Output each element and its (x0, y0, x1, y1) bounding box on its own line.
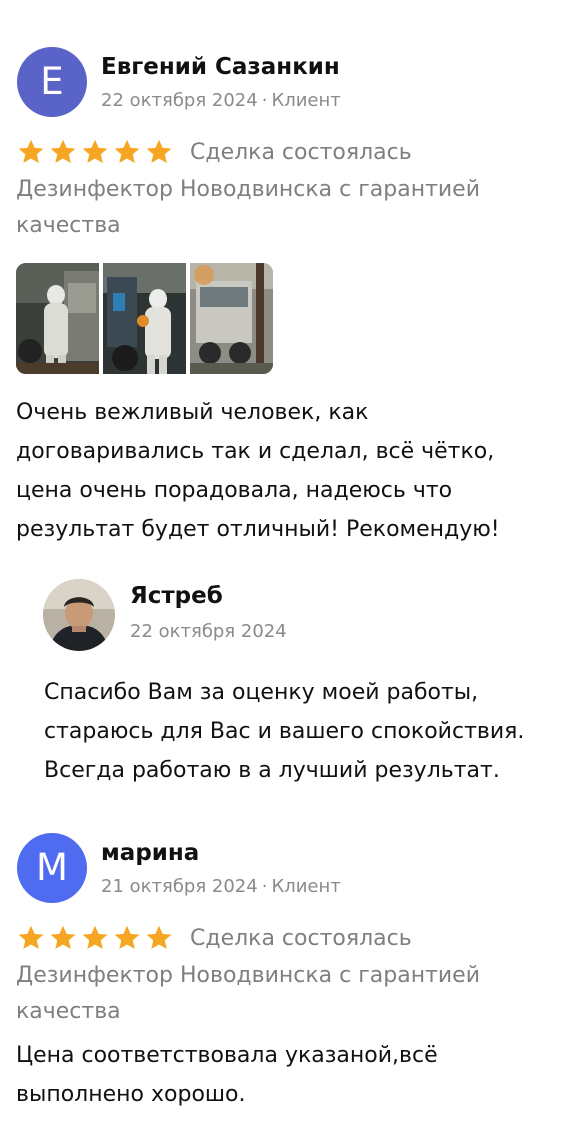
reply-text-line: Спасибо Вам за оценку моей работы, (44, 680, 479, 705)
review-text-line: цена очень порадовала, надеюсь что (16, 478, 453, 503)
author-name[interactable]: марина (101, 840, 199, 866)
review-card-1: Е Евгений Сазанкин 22 октября 2024 · Клиен… (0, 0, 576, 800)
reply-text-line: Всегда работаю в а лучший результат. (44, 758, 500, 783)
author-name[interactable]: Евгений Сазанкин (101, 54, 340, 80)
review-photo[interactable] (190, 263, 273, 374)
review-text-line: Цена соответствовала указаной,всё (16, 1043, 438, 1068)
service-line: качества (16, 999, 121, 1024)
star-icon (146, 925, 172, 949)
service-name[interactable]: Дезинфектор Новодвинска с гарантией каче… (16, 172, 556, 244)
review-text: Цена соответствовала указаной,всё выполн… (16, 1036, 566, 1114)
meta-separator: · (261, 876, 268, 897)
star-icon (82, 139, 108, 163)
review-text-line: Очень вежливый человек, как (16, 400, 369, 425)
reply-date: 22 октября 2024 (130, 621, 287, 642)
photo-gallery (16, 263, 273, 374)
review-text-line: договаривались так и сделал, всё чётко, (16, 439, 495, 464)
reviewer-role: Клиент (271, 876, 341, 897)
deal-status: Сделка состоялась (190, 925, 412, 951)
avatar[interactable]: М (17, 833, 87, 903)
star-rating (16, 137, 176, 167)
review-photo[interactable] (16, 263, 99, 374)
review-meta: 22 октября 2024 · Клиент (101, 90, 341, 111)
star-icon (18, 925, 44, 949)
star-icon (146, 139, 172, 163)
star-rating (16, 923, 176, 953)
review-photo[interactable] (103, 263, 186, 374)
reviewer-role: Клиент (271, 90, 341, 111)
service-line: Дезинфектор Новодвинска с гарантией (16, 963, 481, 988)
star-icon (114, 139, 140, 163)
rating-row: Сделка состоялась (16, 137, 412, 167)
star-icon (50, 925, 76, 949)
reply-text: Спасибо Вам за оценку моей работы, стара… (44, 673, 572, 790)
rating-row: Сделка состоялась (16, 923, 412, 953)
review-text-line: выполнено хорошо. (16, 1082, 246, 1107)
review-text-line: результат будет отличный! Рекомендую! (16, 517, 500, 542)
review-date: 21 октября 2024 (101, 876, 258, 897)
service-line: Дезинфектор Новодвинска с гарантией (16, 177, 481, 202)
review-meta: 21 октября 2024 · Клиент (101, 876, 341, 897)
star-icon (18, 139, 44, 163)
star-icon (82, 925, 108, 949)
review-card-2: М марина 21 октября 2024 · Клиент Сделка с… (0, 800, 576, 1132)
meta-separator: · (261, 90, 268, 111)
reply-text-line: стараюсь для Вас и вашего спокойствия. (44, 719, 525, 744)
service-line: качества (16, 213, 121, 238)
deal-status: Сделка состоялась (190, 139, 412, 165)
avatar[interactable] (43, 579, 115, 651)
avatar[interactable]: Е (17, 47, 87, 117)
star-icon (114, 925, 140, 949)
star-icon (50, 139, 76, 163)
owner-reply: Ястреб 22 октября 2024 Спасибо Вам за оц… (0, 573, 576, 793)
service-name[interactable]: Дезинфектор Новодвинска с гарантией каче… (16, 958, 556, 1030)
reply-author-name[interactable]: Ястреб (130, 583, 223, 609)
review-text: Очень вежливый человек, как договаривали… (16, 393, 566, 549)
review-date: 22 октября 2024 (101, 90, 258, 111)
